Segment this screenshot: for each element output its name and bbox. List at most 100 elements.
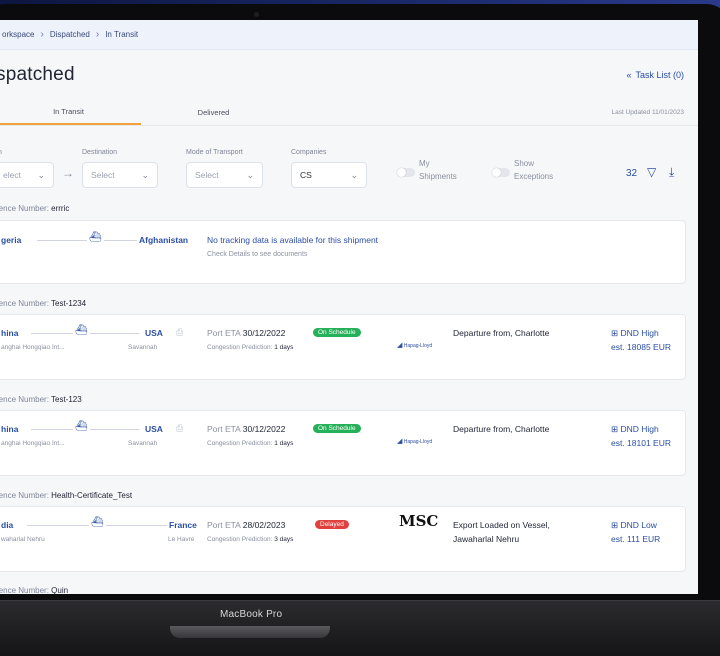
show-exceptions-label: Show Exceptions (514, 157, 553, 183)
destination-port: Le Havre (168, 536, 195, 543)
port-eta-label: Port ETA (207, 520, 241, 530)
port-eta-label: Port ETA (207, 328, 241, 338)
shipment-card[interactable]: hina anghai Hongqiao Int... ⛴ USA Savann… (0, 314, 686, 380)
my-shipments-line2: Shipments (419, 172, 457, 181)
reference-number: rence Number: Quin (0, 586, 68, 594)
shipment-card[interactable]: dia waharlal Nehru ⛴ France Le Havre Por… (0, 506, 686, 572)
show-exceptions-toggle[interactable] (492, 168, 510, 177)
laptop-hinge-notch (170, 626, 330, 638)
reference-label: rence Number: (0, 586, 49, 594)
origin-country: dia (1, 520, 14, 530)
task-list-link[interactable]: « Task List (0) (626, 70, 684, 80)
title-row: spatched « Task List (0) (0, 50, 698, 100)
breadcrumb-dispatched[interactable]: Dispatched (44, 30, 96, 39)
port-eta-label: Port ETA (207, 424, 241, 434)
congestion-prediction: Congestion Prediction: 3 days (207, 536, 293, 543)
shipment-card[interactable]: geria ⛴ Afghanistan No tracking data is … (0, 220, 686, 284)
dnd-cost: est. 111 EUR (611, 534, 661, 544)
port-eta: Port ETA 30/12/2022 (207, 424, 285, 434)
companies-select[interactable]: CS ⌄ (291, 162, 367, 188)
origin-port: anghai Hongqiao Int... (1, 344, 65, 351)
companies-select-value: CS (300, 170, 312, 180)
breadcrumb: orkspace › Dispatched › In Transit (0, 20, 698, 50)
msc-carrier-logo: MSC (399, 512, 439, 530)
my-shipments-toggle[interactable] (397, 168, 415, 177)
last-updated: Last Updated 11/01/2023 (611, 109, 684, 116)
origin-country: hina (1, 424, 19, 434)
breadcrumb-workspace[interactable]: orkspace (0, 30, 40, 39)
destination-port: Savannah (128, 344, 158, 351)
shipment-card[interactable]: hina anghai Hongqiao Int... ⛴ USA Savann… (0, 410, 686, 476)
page-title: spatched (0, 64, 75, 85)
congestion-value: 1 days (274, 344, 294, 351)
status-badge: Delayed (315, 520, 349, 529)
show-exceptions-line2: Exceptions (514, 172, 554, 181)
laptop-base (0, 600, 720, 656)
ship-icon: ⛴ (73, 421, 90, 432)
destination-country: USA (145, 424, 163, 434)
chevron-down-icon: ⌄ (37, 169, 45, 180)
reference-number: rence Number: Test-123 (0, 395, 82, 404)
ship-icon: ⛴ (73, 325, 90, 336)
congestion-label: Congestion Prediction: (207, 440, 273, 447)
destination-label: Destination (82, 149, 118, 156)
result-count: 32 (626, 168, 638, 179)
mode-select[interactable]: Select ⌄ (186, 162, 263, 188)
filter-icon[interactable]: ▽ (647, 165, 656, 179)
tab-delivered[interactable]: Delivered (141, 100, 286, 125)
destination-country: France (169, 520, 197, 530)
download-icon[interactable]: ⤓ (669, 165, 674, 180)
my-shipments-line1: My (419, 159, 430, 168)
breadcrumb-in-transit: In Transit (105, 30, 139, 39)
origin-country: hina (1, 328, 19, 338)
congestion-value: 1 days (274, 440, 294, 447)
documents-icon[interactable]: ⎙ (176, 327, 183, 338)
origin-select[interactable]: elect ⌄ (0, 162, 54, 188)
device-label: MacBook Pro (220, 609, 283, 620)
port-eta-date: 28/02/2023 (242, 520, 286, 530)
destination-select[interactable]: Select ⌄ (82, 162, 158, 188)
reference-label: rence Number: (0, 395, 49, 404)
my-shipments-label: My Shipments (419, 157, 457, 183)
destination-country: USA (145, 328, 163, 338)
chevron-down-icon: ⌄ (141, 169, 149, 180)
congestion-prediction: Congestion Prediction: 1 days (207, 344, 293, 351)
double-chevron-left-icon: « (626, 70, 632, 80)
reference-number: rence Number: errric (0, 204, 69, 213)
congestion-value: 3 days (274, 536, 294, 543)
show-exceptions-line1: Show (514, 159, 535, 168)
dnd-cost: est. 18085 EUR (611, 342, 672, 352)
app-screen: orkspace › Dispatched › In Transit spatc… (0, 20, 698, 594)
carrier-mark-icon: ◢ (397, 342, 403, 349)
origin-port: anghai Hongqiao Int... (1, 440, 65, 447)
carrier-name: Hapag-Lloyd (403, 343, 433, 349)
port-eta: Port ETA 30/12/2022 (207, 328, 285, 338)
chevron-down-icon: ⌄ (350, 169, 358, 180)
destination-select-value: Select (91, 170, 115, 180)
reference-label: rence Number: (0, 299, 49, 308)
reference-value: errric (51, 204, 70, 213)
dnd-icon: ⊞ (611, 520, 619, 530)
port-eta-date: 30/12/2022 (242, 328, 286, 338)
task-list-label: Task List (0) (635, 70, 684, 80)
dnd-level: DND Low (620, 520, 657, 530)
dnd-icon: ⊞ (611, 328, 619, 338)
reference-label: rence Number: (0, 204, 49, 213)
reference-value: Test-123 (51, 395, 82, 404)
reference-label: rence Number: (0, 491, 49, 500)
carrier-mark-icon: ◢ (397, 438, 403, 445)
status-badge: On Schedule (313, 328, 361, 337)
dnd-estimate: ⊞ DND High est. 18101 EUR (611, 422, 671, 450)
carrier-logo-text: MSC (399, 512, 439, 530)
mode-select-value: Select (195, 170, 219, 180)
camera (254, 12, 259, 17)
documents-icon[interactable]: ⎙ (176, 423, 183, 434)
congestion-prediction: Congestion Prediction: 1 days (207, 440, 293, 447)
dnd-level: DND High (620, 424, 659, 434)
latest-event: Export Loaded on Vessel, Jawaharlal Nehr… (453, 518, 550, 546)
reference-value: Test-1234 (51, 299, 87, 308)
dnd-cost: est. 18101 EUR (611, 438, 672, 448)
carrier-logo: ◢ Hapag-Lloyd (397, 341, 432, 349)
chevron-down-icon: ⌄ (246, 169, 254, 180)
tab-in-transit[interactable]: In Transit (0, 100, 141, 125)
